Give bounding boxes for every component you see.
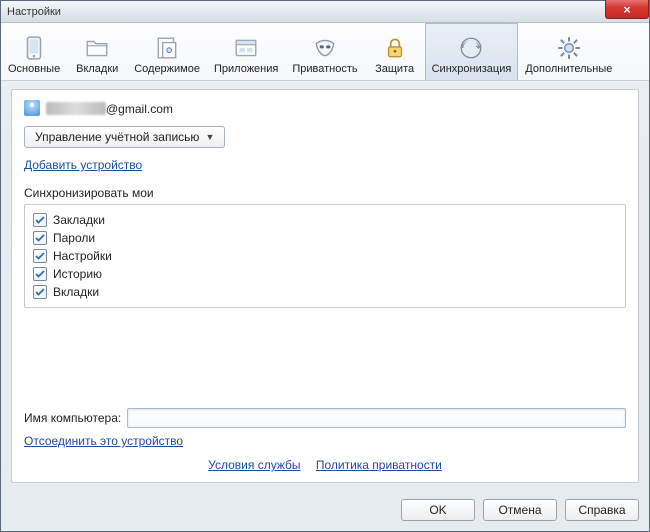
- sync-item-tabs: Вкладки: [33, 283, 617, 301]
- add-device-link[interactable]: Добавить устройство: [24, 158, 142, 172]
- help-button[interactable]: Справка: [565, 499, 639, 521]
- tab-general[interactable]: Основные: [1, 23, 67, 80]
- manage-account-button[interactable]: Управление учётной записью ▼: [24, 126, 225, 148]
- folder-icon: [84, 35, 110, 61]
- phone-icon: [21, 35, 47, 61]
- computer-name-input[interactable]: [127, 408, 626, 428]
- page-icon: [154, 35, 180, 61]
- toolbar-tabs: Основные Вкладки Содержимое Приложения П…: [1, 23, 649, 81]
- sync-heading: Синхронизировать мои: [24, 186, 626, 200]
- settings-window: Настройки × Основные Вкладки Содержимое: [0, 0, 650, 532]
- sync-items-box: Закладки Пароли Настройки Историю Вкладк…: [24, 204, 626, 308]
- checkbox-bookmarks[interactable]: [33, 213, 47, 227]
- sync-icon: [458, 35, 484, 61]
- sync-item-passwords: Пароли: [33, 229, 617, 247]
- chevron-down-icon: ▼: [205, 132, 214, 142]
- tab-security[interactable]: Защита: [365, 23, 425, 80]
- content-area: @gmail.com Управление учётной записью ▼ …: [1, 81, 649, 491]
- avatar-icon: [24, 100, 40, 116]
- privacy-link[interactable]: Политика приватности: [316, 458, 442, 472]
- tos-link[interactable]: Условия службы: [208, 458, 300, 472]
- checkbox-passwords[interactable]: [33, 231, 47, 245]
- checkbox-settings[interactable]: [33, 249, 47, 263]
- checkbox-tabs[interactable]: [33, 285, 47, 299]
- close-icon: ×: [623, 3, 631, 16]
- ok-button[interactable]: OK: [401, 499, 475, 521]
- lock-icon: [382, 35, 408, 61]
- account-email: @gmail.com: [46, 101, 173, 116]
- cancel-button[interactable]: Отмена: [483, 499, 557, 521]
- gear-icon: [556, 35, 582, 61]
- computer-name-row: Имя компьютера:: [24, 408, 626, 428]
- window-title: Настройки: [7, 6, 61, 18]
- sync-item-settings: Настройки: [33, 247, 617, 265]
- computer-name-label: Имя компьютера:: [24, 411, 121, 425]
- disconnect-device-link[interactable]: Отсоединить это устройство: [24, 434, 183, 448]
- tab-tabs[interactable]: Вкладки: [67, 23, 127, 80]
- close-button[interactable]: ×: [605, 0, 649, 19]
- sync-item-history: Историю: [33, 265, 617, 283]
- tab-sync[interactable]: Синхронизация: [425, 23, 519, 80]
- titlebar: Настройки ×: [1, 1, 649, 23]
- sync-panel: @gmail.com Управление учётной записью ▼ …: [11, 89, 639, 483]
- tab-advanced[interactable]: Дополнительные: [518, 23, 619, 80]
- email-blurred-prefix: [46, 102, 106, 115]
- tab-privacy[interactable]: Приватность: [285, 23, 364, 80]
- mask-icon: [312, 35, 338, 61]
- footer-links: Условия службы Политика приватности: [24, 458, 626, 472]
- window-icon: [233, 35, 259, 61]
- tab-content[interactable]: Содержимое: [127, 23, 207, 80]
- sync-item-bookmarks: Закладки: [33, 211, 617, 229]
- checkbox-history[interactable]: [33, 267, 47, 281]
- tab-applications[interactable]: Приложения: [207, 23, 285, 80]
- dialog-buttons: OK Отмена Справка: [1, 491, 649, 531]
- account-row: @gmail.com: [24, 100, 626, 116]
